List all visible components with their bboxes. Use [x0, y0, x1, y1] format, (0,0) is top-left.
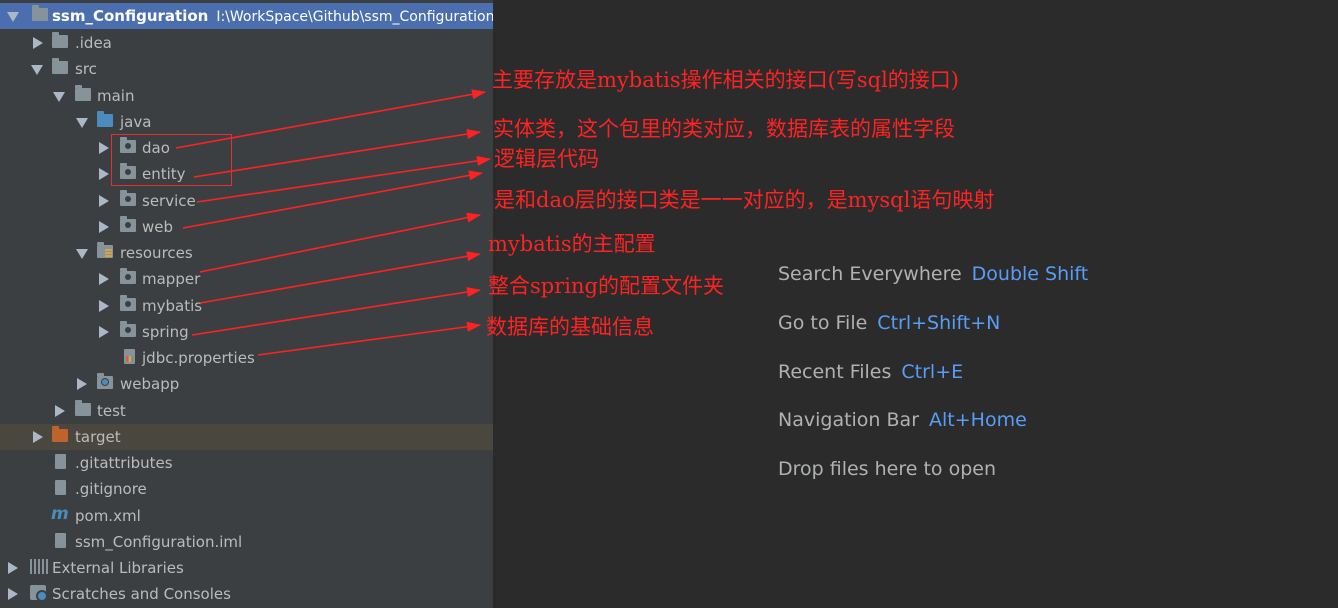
arrow-dao — [175, 89, 486, 149]
hint-label: Navigation Bar — [778, 409, 920, 431]
hint-search-everywhere[interactable]: Search Everywhere Double Shift — [778, 263, 1088, 285]
hint-shortcut: Alt+Home — [929, 409, 1027, 431]
arrow-entity — [193, 129, 481, 178]
hint-label: Drop files here to open — [778, 458, 997, 480]
hint-label: Go to File — [778, 312, 868, 334]
hint-recent-files[interactable]: Recent Files Ctrl+E — [778, 361, 963, 383]
hint-shortcut: Double Shift — [971, 263, 1089, 285]
hint-navigation-bar[interactable]: Navigation Bar Alt+Home — [778, 409, 1027, 431]
annotation-dao: 主要存放是mybatis操作相关的接口(写sql的接口) — [492, 68, 959, 92]
annotation-service: 逻辑层代码 — [494, 147, 599, 171]
hint-go-to-file[interactable]: Go to File Ctrl+Shift+N — [778, 312, 1000, 334]
annotation-entity: 实体类，这个包里的类对应，数据库表的属性字段 — [493, 117, 955, 141]
annotation-jdbc: 数据库的基础信息 — [486, 315, 654, 339]
arrow-jdbc — [257, 321, 481, 356]
annotation-spring: 整合spring的配置文件夹 — [488, 274, 724, 298]
annotation-mybatis: mybatis的主配置 — [488, 232, 656, 256]
hint-label: Search Everywhere — [778, 263, 962, 285]
arrow-mybatis — [199, 251, 481, 304]
annotation-mapper: 是和dao层的接口类是一一对应的，是mysql语句映射 — [494, 188, 995, 212]
hint-label: Recent Files — [778, 361, 892, 383]
hint-shortcut: Ctrl+E — [901, 361, 964, 383]
arrow-service — [196, 155, 491, 203]
arrow-mapper — [199, 212, 481, 273]
hint-shortcut: Ctrl+Shift+N — [877, 312, 1001, 334]
hint-drop-files: Drop files here to open — [778, 458, 996, 480]
arrow-web — [182, 170, 483, 229]
